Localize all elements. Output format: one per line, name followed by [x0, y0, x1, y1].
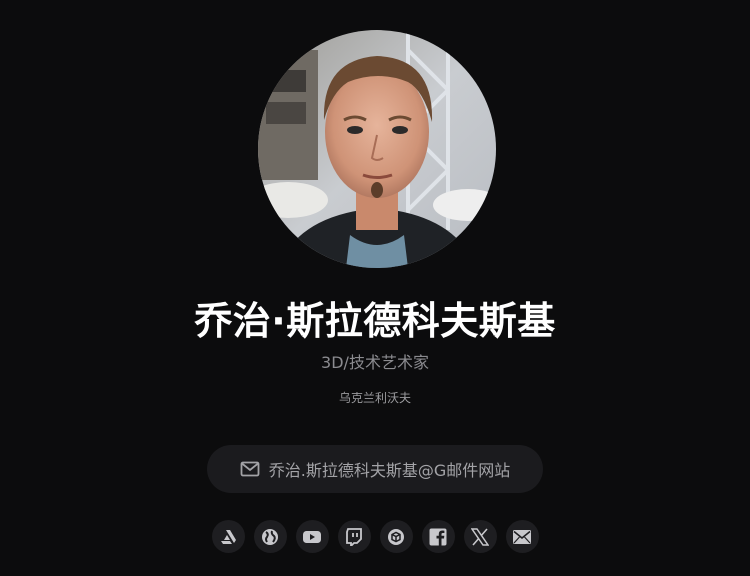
website-link[interactable]: [253, 520, 287, 553]
profile-location: 乌克兰利沃夫: [338, 391, 411, 405]
youtube-icon: [303, 530, 321, 543]
mail-icon: [240, 461, 260, 477]
social-links: [0, 520, 750, 553]
sketchfab-link[interactable]: [379, 520, 413, 553]
x-link[interactable]: [463, 520, 497, 553]
artstation-icon: [221, 529, 236, 544]
profile-photo: [258, 30, 496, 268]
facebook-icon: [429, 528, 447, 546]
profile-page: 乔治·斯拉德科夫斯基 3D/技术艺术家 乌克兰利沃夫 乔治.斯拉德科夫斯基@G邮…: [0, 0, 750, 576]
facebook-link[interactable]: [421, 520, 455, 553]
twitch-icon: [346, 527, 362, 546]
email-button[interactable]: 乔治.斯拉德科夫斯基@G邮件网站: [207, 445, 543, 493]
email-address: 乔治.斯拉德科夫斯基@G邮件网站: [268, 461, 511, 480]
twitch-link[interactable]: [337, 520, 371, 553]
profile-name: 乔治·斯拉德科夫斯基: [194, 299, 556, 343]
x-icon: [471, 527, 489, 546]
sketchfab-icon: [388, 528, 404, 545]
email-icon: [513, 529, 531, 544]
youtube-link[interactable]: [295, 520, 329, 553]
avatar: [258, 30, 496, 268]
globe-icon: [262, 528, 278, 545]
profile-title: 3D/技术艺术家: [321, 353, 429, 372]
email-link[interactable]: [505, 520, 539, 553]
artstation-link[interactable]: [211, 520, 245, 553]
